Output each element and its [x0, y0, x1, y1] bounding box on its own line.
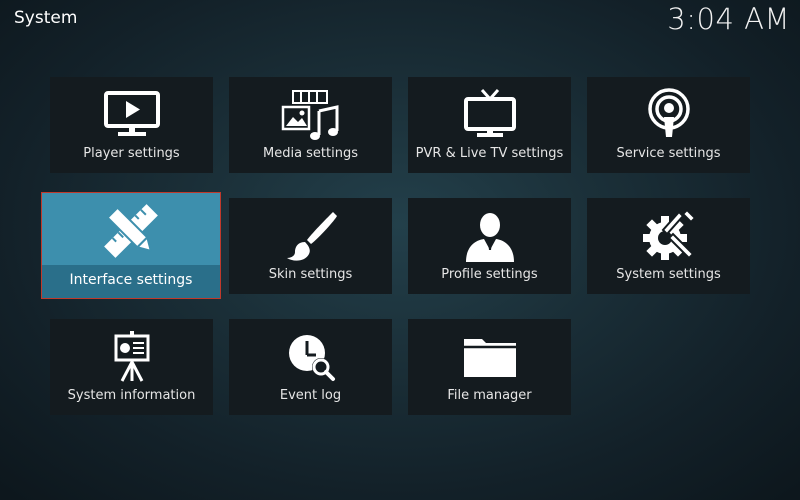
- tile-skin-settings[interactable]: Skin settings: [229, 198, 392, 294]
- paintbrush-icon: [281, 208, 341, 264]
- tile-label: PVR & Live TV settings: [415, 146, 564, 161]
- page-title: System: [14, 8, 78, 28]
- folder-icon: [460, 329, 520, 385]
- tile-pvr-live-tv-settings[interactable]: PVR & Live TV settings: [408, 77, 571, 173]
- tile-service-settings[interactable]: Service settings: [587, 77, 750, 173]
- tile-event-log[interactable]: Event log: [229, 319, 392, 415]
- pencil-ruler-icon: [101, 203, 161, 259]
- podcast-icon: [639, 87, 699, 143]
- tile-media-settings[interactable]: Media settings: [229, 77, 392, 173]
- tile-label: Interface settings: [69, 272, 193, 288]
- tile-system-settings[interactable]: System settings: [587, 198, 750, 294]
- clock-search-icon: [281, 329, 341, 385]
- tile-label: Media settings: [262, 146, 359, 161]
- tv-play-icon: [102, 87, 162, 143]
- tile-label: System information: [67, 388, 196, 403]
- tile-system-information[interactable]: System information: [50, 319, 213, 415]
- tile-label: Service settings: [616, 146, 721, 161]
- tile-label: Player settings: [83, 146, 180, 161]
- tile-file-manager[interactable]: File manager: [408, 319, 571, 415]
- media-icon: [281, 87, 341, 143]
- clock: 3:04 AM: [667, 2, 790, 36]
- gear-tools-icon: [639, 208, 699, 264]
- tile-label: Profile settings: [441, 267, 538, 282]
- tile-profile-settings[interactable]: Profile settings: [408, 198, 571, 294]
- tv-icon: [460, 87, 520, 143]
- tile-label: System settings: [616, 267, 721, 282]
- presentation-icon: [102, 329, 162, 385]
- tile-label: Skin settings: [268, 267, 353, 282]
- tile-label: File manager: [447, 388, 532, 403]
- tile-interface-settings[interactable]: Interface settings: [41, 192, 221, 299]
- profile-icon: [460, 208, 520, 264]
- tile-player-settings[interactable]: Player settings: [50, 77, 213, 173]
- tile-label: Event log: [279, 388, 342, 403]
